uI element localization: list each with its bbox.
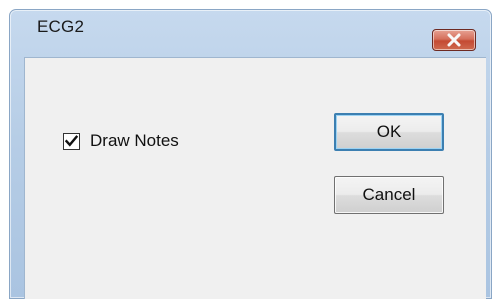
dialog-title: ECG2 bbox=[37, 17, 85, 36]
ok-button[interactable]: OK bbox=[334, 113, 444, 151]
close-x-icon bbox=[447, 33, 461, 47]
title-bar[interactable]: ECG2 bbox=[10, 10, 491, 51]
dialog-client-area: Draw Notes OK Cancel bbox=[24, 57, 486, 299]
checkmark-icon bbox=[65, 135, 78, 147]
dialog-window: ECG2 Draw Notes OK Cancel bbox=[9, 9, 492, 299]
draw-notes-label[interactable]: Draw Notes bbox=[90, 131, 179, 151]
desktop-background: ECG2 Draw Notes OK Cancel bbox=[0, 0, 499, 305]
draw-notes-checkbox-row[interactable]: Draw Notes bbox=[63, 131, 179, 151]
close-button[interactable] bbox=[432, 29, 476, 51]
draw-notes-checkbox[interactable] bbox=[63, 132, 80, 150]
cancel-button[interactable]: Cancel bbox=[334, 176, 444, 214]
